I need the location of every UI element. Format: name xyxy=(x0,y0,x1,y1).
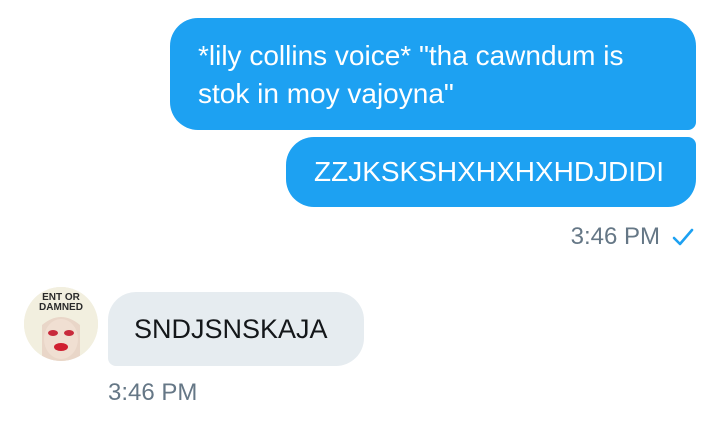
outgoing-message-bubble[interactable]: ZZJKSKSHXHXHXHDJDIDI xyxy=(286,137,696,207)
conversation-thread: *lily collins voice* "tha cawndum is sto… xyxy=(0,0,720,428)
outgoing-message-bubble[interactable]: *lily collins voice* "tha cawndum is sto… xyxy=(170,18,696,130)
avatar-text-line-2: DAMNED xyxy=(39,302,83,313)
avatar[interactable]: ENT OR DAMNED xyxy=(24,287,98,361)
incoming-message-bubble[interactable]: SNDJSNSKAJA xyxy=(108,292,364,366)
checkmark-icon xyxy=(672,227,694,247)
outgoing-message-meta: 3:46 PM xyxy=(571,220,694,254)
incoming-timestamp: 3:46 PM xyxy=(108,379,198,406)
outgoing-timestamp: 3:46 PM xyxy=(570,223,660,250)
